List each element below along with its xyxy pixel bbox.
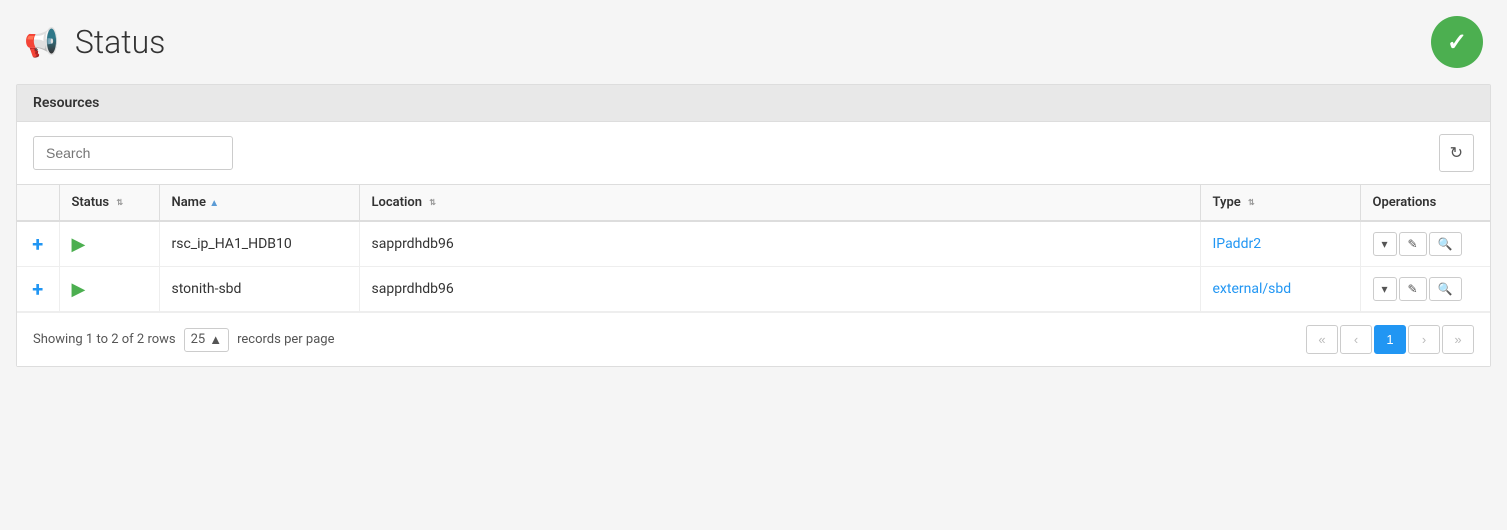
status-ok-icon: ✓ xyxy=(1431,16,1483,68)
page-header: 📢 Status ✓ xyxy=(0,0,1507,84)
resources-table: Status ⇅ Name ▲ Location ⇅ Type ⇅ Operat… xyxy=(17,185,1490,312)
megaphone-icon: 📢 xyxy=(24,26,59,59)
refresh-button[interactable]: ↻ xyxy=(1439,134,1474,172)
per-page-arrow: ▲ xyxy=(209,332,222,348)
status-running-icon: ▶ xyxy=(72,279,86,300)
sort-icon-location: ⇅ xyxy=(429,199,436,207)
sort-icon-name: ▲ xyxy=(209,198,219,209)
pagination: « ‹ 1 › » xyxy=(1306,325,1474,354)
row1-type-cell: IPaddr2 xyxy=(1200,221,1360,267)
col-header-expand xyxy=(17,185,59,221)
col-header-location[interactable]: Location ⇅ xyxy=(359,185,1200,221)
table-footer: Showing 1 to 2 of 2 rows 25 ▲ records pe… xyxy=(17,312,1490,366)
toolbar: ↻ xyxy=(17,122,1490,185)
pagination-last-button[interactable]: » xyxy=(1442,325,1474,354)
col-header-type[interactable]: Type ⇅ xyxy=(1200,185,1360,221)
row2-op-buttons: ▾ ✎ 🔍 xyxy=(1373,277,1479,301)
row1-search-button[interactable]: 🔍 xyxy=(1429,232,1462,256)
card-header: Resources xyxy=(17,85,1490,122)
row2-dropdown-button[interactable]: ▾ xyxy=(1373,277,1397,301)
expand-icon[interactable]: + xyxy=(32,232,43,256)
row1-type-link[interactable]: IPaddr2 xyxy=(1213,236,1262,252)
sort-icon-status: ⇅ xyxy=(116,199,123,207)
pagination-page-1-button[interactable]: 1 xyxy=(1374,325,1406,354)
row2-type-cell: external/sbd xyxy=(1200,267,1360,312)
col-header-operations: Operations xyxy=(1360,185,1490,221)
pagination-first-button[interactable]: « xyxy=(1306,325,1338,354)
search-input[interactable] xyxy=(33,136,233,170)
row1-operations-cell: ▾ ✎ 🔍 xyxy=(1360,221,1490,267)
status-running-icon: ▶ xyxy=(72,234,86,255)
row2-name-cell: stonith-sbd xyxy=(159,267,359,312)
row1-location-cell: sapprdhdb96 xyxy=(359,221,1200,267)
row2-operations-cell: ▾ ✎ 🔍 xyxy=(1360,267,1490,312)
row2-location-cell: sapprdhdb96 xyxy=(359,267,1200,312)
page-header-left: 📢 Status xyxy=(24,23,165,61)
row1-dropdown-button[interactable]: ▾ xyxy=(1373,232,1397,256)
row2-type-link[interactable]: external/sbd xyxy=(1213,281,1292,297)
row2-search-button[interactable]: 🔍 xyxy=(1429,277,1462,301)
page-title: Status xyxy=(75,23,166,61)
pagination-next-button[interactable]: › xyxy=(1408,325,1440,354)
row1-expand-cell: + xyxy=(17,221,59,267)
row1-status-cell: ▶ xyxy=(59,221,159,267)
sort-icon-type: ⇅ xyxy=(1248,199,1255,207)
card-title: Resources xyxy=(33,95,99,111)
row1-edit-button[interactable]: ✎ xyxy=(1399,232,1427,256)
table-header-row: Status ⇅ Name ▲ Location ⇅ Type ⇅ Operat… xyxy=(17,185,1490,221)
showing-text: Showing 1 to 2 of 2 rows xyxy=(33,332,176,347)
row2-edit-button[interactable]: ✎ xyxy=(1399,277,1427,301)
per-page-select[interactable]: 25 ▲ xyxy=(184,328,230,352)
col-header-status[interactable]: Status ⇅ xyxy=(59,185,159,221)
row2-expand-cell: + xyxy=(17,267,59,312)
table-row: + ▶ rsc_ip_HA1_HDB10 sapprdhdb96 IPaddr2… xyxy=(17,221,1490,267)
col-header-name[interactable]: Name ▲ xyxy=(159,185,359,221)
row1-name-cell: rsc_ip_HA1_HDB10 xyxy=(159,221,359,267)
pagination-prev-button[interactable]: ‹ xyxy=(1340,325,1372,354)
row1-op-buttons: ▾ ✎ 🔍 xyxy=(1373,232,1479,256)
refresh-icon: ↻ xyxy=(1450,143,1463,163)
resources-card: Resources ↻ Status ⇅ Name ▲ Location xyxy=(16,84,1491,367)
per-page-label: records per page xyxy=(237,332,334,347)
row2-status-cell: ▶ xyxy=(59,267,159,312)
table-row: + ▶ stonith-sbd sapprdhdb96 external/sbd… xyxy=(17,267,1490,312)
footer-info: Showing 1 to 2 of 2 rows 25 ▲ records pe… xyxy=(33,328,334,352)
per-page-value: 25 xyxy=(191,332,206,347)
expand-icon[interactable]: + xyxy=(32,277,43,301)
